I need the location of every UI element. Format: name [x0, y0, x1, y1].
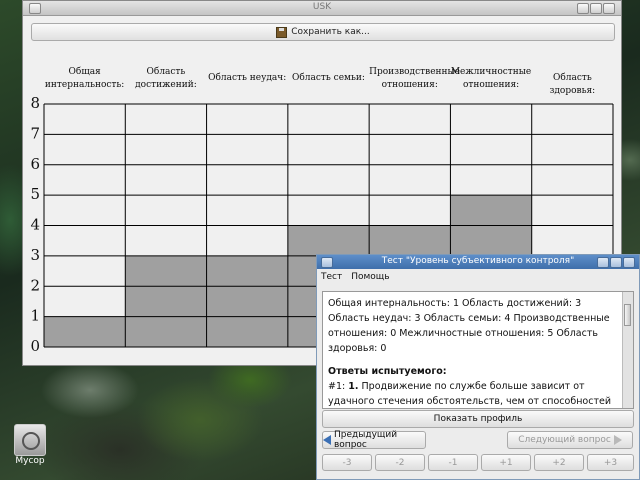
previous-question-button[interactable]: Предыдущий вопрос — [322, 430, 426, 450]
y-tick-label: 5 — [30, 185, 40, 203]
bar-1 — [125, 255, 207, 347]
show-profile-button[interactable]: Показать профиль — [322, 410, 634, 428]
y-tick-label: 0 — [30, 337, 40, 355]
scale-label: -1 — [448, 457, 458, 468]
bar-0 — [44, 316, 126, 347]
scale-button-plus3[interactable]: +3 — [587, 454, 634, 471]
minimize-button[interactable] — [597, 257, 609, 268]
scale-button-minus3[interactable]: -3 — [322, 454, 372, 471]
scale-button-minus1[interactable]: -1 — [428, 454, 478, 471]
y-tick-label: 7 — [30, 124, 40, 142]
answers-heading: Ответы испытуемого: — [328, 366, 447, 377]
trash-icon[interactable] — [14, 424, 46, 456]
scrollbar-thumb[interactable] — [624, 304, 631, 326]
test-window-title: Тест "Уровень субъективного контроля" — [381, 256, 575, 266]
scale-label: -2 — [395, 457, 405, 468]
test-titlebar[interactable]: Тест "Уровень субъективного контроля" — [317, 255, 639, 269]
y-tick-label: 2 — [30, 276, 40, 294]
scale-button-plus1[interactable]: +1 — [481, 454, 531, 471]
y-tick-label: 3 — [30, 246, 40, 264]
bar-2 — [206, 255, 288, 347]
next-question-label: Следующий вопрос — [518, 435, 611, 445]
trash-icon-label: Мусор — [15, 456, 45, 466]
result-text-area[interactable]: Общая интернальность: 1 Область достижен… — [322, 291, 634, 409]
answer-prefix: #1: — [328, 381, 346, 392]
y-tick-label: 4 — [30, 216, 40, 234]
answer-item: #1: 1. Продвижение по службе больше зави… — [328, 379, 617, 408]
y-tick-label: 1 — [30, 307, 40, 325]
menu-help[interactable]: Помощь — [351, 272, 389, 282]
summary-text: Общая интернальность: 1 Область достижен… — [328, 298, 610, 354]
scale-label: -3 — [342, 457, 352, 468]
close-button[interactable] — [623, 257, 635, 268]
next-question-button[interactable]: Следующий вопрос — [507, 431, 633, 449]
scale-button-plus2[interactable]: +2 — [534, 454, 584, 471]
menu-bar: Тест Помощь — [317, 269, 639, 285]
scale-label: +1 — [499, 457, 513, 468]
y-tick-label: 6 — [30, 155, 40, 173]
scale-label: +3 — [603, 457, 618, 468]
vertical-scrollbar[interactable] — [622, 292, 633, 408]
show-profile-label: Показать профиль — [433, 414, 523, 424]
scale-button-minus2[interactable]: -2 — [375, 454, 425, 471]
answer-number: 1. — [348, 381, 359, 392]
scale-label: +2 — [552, 457, 566, 468]
previous-question-label: Предыдущий вопрос — [334, 430, 398, 450]
test-window: Тест "Уровень субъективного контроля" Те… — [316, 254, 640, 480]
y-tick-label: 8 — [30, 94, 40, 112]
maximize-button[interactable] — [610, 257, 622, 268]
answer-text: Продвижение по службе больше зависит от … — [328, 381, 612, 407]
arrow-right-icon — [613, 435, 622, 445]
arrow-left-icon — [323, 435, 331, 445]
menu-test[interactable]: Тест — [321, 272, 342, 282]
